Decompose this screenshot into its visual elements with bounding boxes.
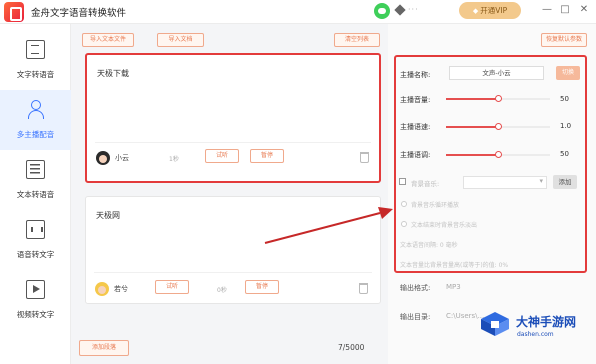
- switch-anchor-button[interactable]: 切换: [556, 66, 580, 80]
- paragraph-text-area[interactable]: [94, 223, 372, 273]
- maximize-button[interactable]: □: [558, 3, 572, 17]
- import-text-button[interactable]: 导入文本文件: [82, 33, 134, 47]
- trash-icon[interactable]: [359, 283, 368, 294]
- audio-wave-icon: [26, 220, 45, 239]
- duration-text: 0秒: [217, 287, 227, 294]
- close-button[interactable]: ✕: [577, 3, 591, 17]
- sidebar-item-file-to-speech[interactable]: 文本转语音: [0, 150, 71, 210]
- bg-music-label: 背景音乐:: [411, 180, 440, 188]
- paragraph-text[interactable]: 天极下载: [97, 68, 129, 79]
- sidebar-item-label: 语音转文字: [16, 250, 55, 259]
- loop-bg-option: 背景音乐循环播放: [411, 202, 460, 209]
- listen-button[interactable]: 试听: [205, 149, 239, 163]
- volume-slider-thumb[interactable]: [495, 95, 502, 102]
- bg-music-select[interactable]: [463, 176, 547, 189]
- anchor-avatar: [95, 282, 109, 296]
- sidebar-item-multi-anchor[interactable]: 多主播配音: [0, 90, 71, 150]
- watermark-name: 大神手游网: [516, 315, 577, 329]
- app-logo-icon: [4, 2, 24, 22]
- import-doc-button[interactable]: 导入文档: [157, 33, 204, 47]
- diamond-icon: [394, 4, 406, 16]
- sidebar-item-label: 文本转语音: [16, 190, 55, 199]
- anchor-avatar: [96, 151, 110, 165]
- pause-button[interactable]: 暂停: [250, 149, 284, 163]
- pitch-slider-thumb[interactable]: [495, 151, 502, 158]
- pitch-slider[interactable]: [446, 151, 550, 158]
- paragraph-card[interactable]: 天极下载 小云 1秒 试听 暂停: [85, 53, 381, 183]
- paragraph-card[interactable]: 天极网 若兮 试听 0秒 暂停: [85, 196, 381, 304]
- duration-text: 1秒: [169, 156, 179, 163]
- speed-value: 1.0: [560, 122, 572, 130]
- pitch-slider-fill: [446, 154, 498, 156]
- sidebar-item-label: 视频转文字: [16, 310, 55, 319]
- output-format-label: 输出格式:: [400, 284, 431, 292]
- speed-slider-thumb[interactable]: [495, 123, 502, 130]
- wechat-icon[interactable]: [374, 3, 390, 19]
- sidebar-item-video-to-text[interactable]: 视频转文字: [0, 270, 71, 330]
- pitch-label: 主播语调:: [400, 151, 431, 159]
- anchor-name: 若兮: [114, 285, 128, 293]
- output-dir-value[interactable]: C:\Users\...: [446, 312, 484, 320]
- clear-list-button[interactable]: 清空列表: [334, 33, 380, 47]
- bg-music-checkbox[interactable]: [399, 178, 406, 185]
- text-doc-icon: [26, 40, 45, 59]
- fade-out-option: 文本结束时背景音乐淡出: [411, 222, 478, 229]
- speed-slider[interactable]: [446, 123, 550, 130]
- volume-slider[interactable]: [446, 95, 550, 102]
- bg-music-add-button[interactable]: 添加: [553, 175, 577, 189]
- app-title: 金舟文字语音转换软件: [31, 8, 127, 19]
- output-dir-label: 输出目录:: [400, 313, 431, 321]
- title-bar: 金舟文字语音转换软件 ··· 开通VIP — □ ✕: [0, 0, 596, 24]
- sidebar-item-text-to-speech[interactable]: 文字转语音: [0, 30, 71, 90]
- paragraph-text-area[interactable]: [95, 85, 371, 143]
- watermark-logo-icon: [481, 312, 509, 336]
- volume-value: 50: [560, 95, 569, 103]
- sidebar-item-label: 文字转语音: [16, 70, 55, 79]
- open-vip-button[interactable]: 开通VIP: [459, 2, 521, 19]
- pause-button[interactable]: 暂停: [245, 280, 279, 294]
- output-format-value[interactable]: MP3: [446, 283, 461, 291]
- anchor-name-label: 主播名称:: [400, 71, 431, 79]
- restore-default-button[interactable]: 恢复默认参数: [541, 33, 587, 47]
- speed-slider-fill: [446, 126, 498, 128]
- trash-icon[interactable]: [360, 152, 369, 163]
- pitch-value: 50: [560, 150, 569, 158]
- sidebar: 文字转语音 多主播配音 文本转语音 语音转文字 视频转文字: [0, 24, 71, 364]
- sidebar-item-speech-to-text[interactable]: 语音转文字: [0, 210, 71, 270]
- watermark-domain: dashen.com: [517, 331, 554, 338]
- volume-slider-fill: [446, 98, 498, 100]
- volume-diff-option: 文本音量比背景音量高(或等于)的值: 0%: [400, 262, 509, 269]
- anchor-name: 小云: [115, 154, 129, 162]
- anchor-name-input[interactable]: 文声-小云: [449, 66, 544, 80]
- listen-button[interactable]: 试听: [155, 280, 189, 294]
- video-icon: [26, 280, 45, 299]
- loop-bg-radio[interactable]: [401, 201, 407, 207]
- char-count: 7/5000: [338, 343, 365, 352]
- username-masked: ···: [408, 5, 419, 14]
- sidebar-item-label: 多主播配音: [16, 130, 55, 139]
- interval-option: 文本语音间隔: 0 毫秒: [400, 242, 458, 249]
- fade-out-radio[interactable]: [401, 221, 407, 227]
- volume-label: 主播音量:: [400, 96, 431, 104]
- speed-label: 主播语速:: [400, 123, 431, 131]
- add-paragraph-button[interactable]: 添加段落: [79, 340, 129, 356]
- text-lines-icon: [26, 160, 45, 179]
- paragraph-text[interactable]: 天极网: [96, 210, 120, 221]
- minimize-button[interactable]: —: [540, 3, 554, 17]
- person-icon: [26, 100, 45, 119]
